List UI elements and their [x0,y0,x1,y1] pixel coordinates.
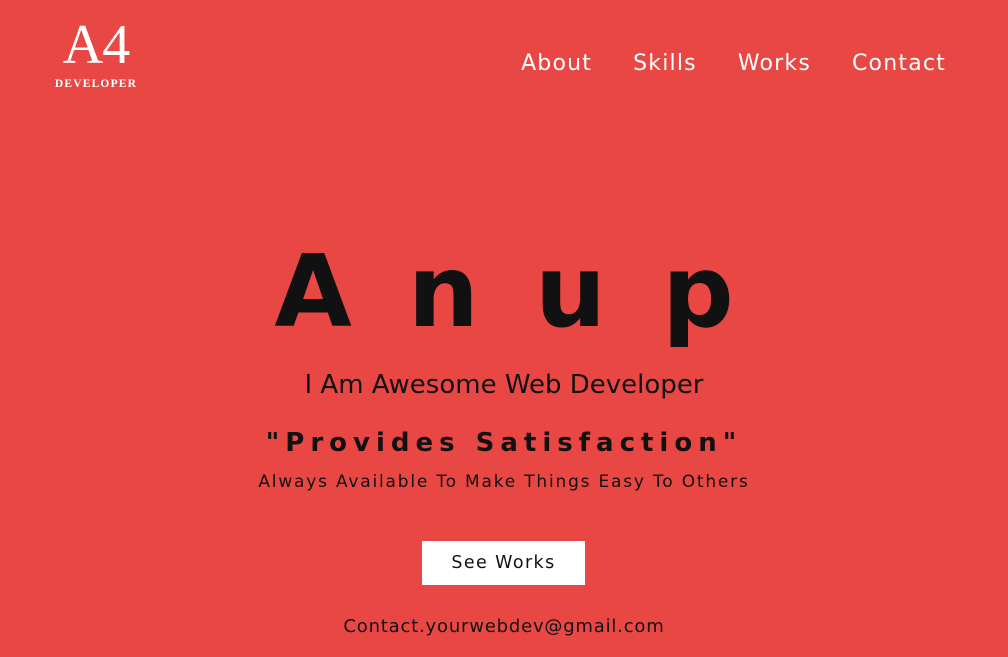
nav-link-contact[interactable]: Contact [852,51,946,76]
main-nav: About Skills Works Contact [521,51,946,76]
nav-link-skills[interactable]: Skills [633,51,697,76]
site-logo[interactable]: A4 DEVELOPER [50,14,142,90]
hero-tagline: "Provides Satisfaction" [265,428,743,458]
logo-subtitle: DEVELOPER [54,78,138,90]
nav-link-works[interactable]: Works [738,51,811,76]
contact-email-link[interactable]: Contact.yourwebdev@gmail.com [0,616,1008,637]
hero-subtitle: Always Available To Make Things Easy To … [258,472,750,492]
nav-link-about[interactable]: About [521,51,592,76]
logo-mark: A4 [62,14,130,76]
hero-section: Anup I Am Awesome Web Developer "Provide… [0,232,1008,494]
hero-role: I Am Awesome Web Developer [304,370,704,400]
hero-name: Anup [274,233,790,350]
see-works-button[interactable]: See Works [422,541,585,585]
